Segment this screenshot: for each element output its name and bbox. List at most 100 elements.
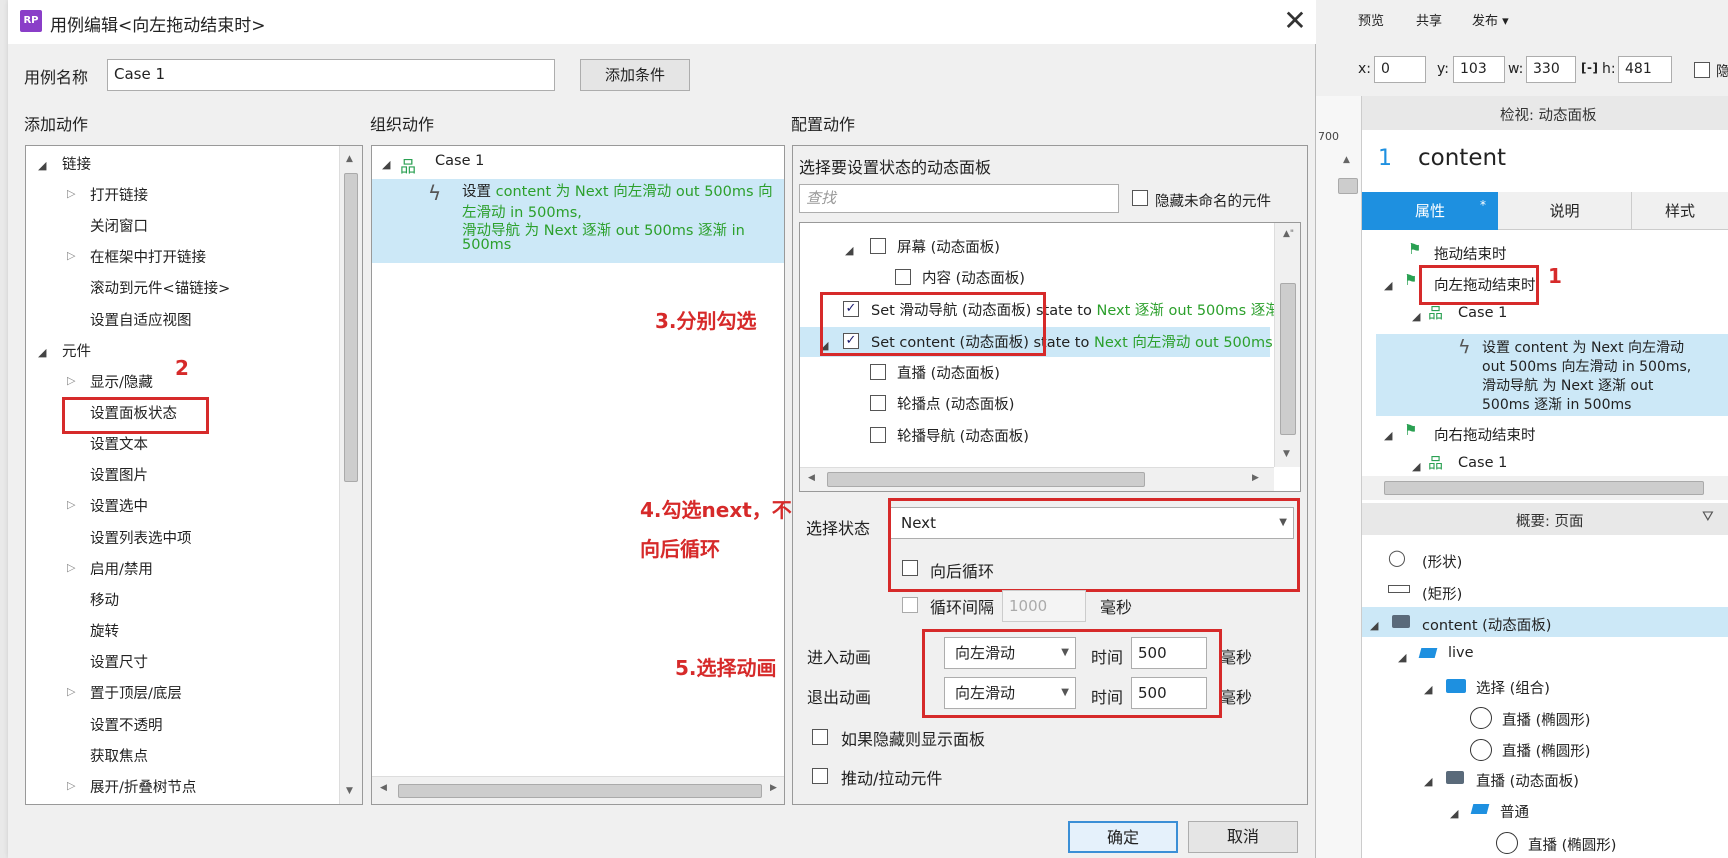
action-set-list-selection[interactable]: 设置列表选中项 — [90, 527, 192, 548]
dots-panel-label[interactable]: 轮播点 (动态面板) — [897, 393, 1014, 414]
collapse-triangle-icon[interactable]: ◢ — [1412, 310, 1420, 323]
scrollbar-thumb[interactable] — [1280, 283, 1296, 435]
action-scroll-to-widget[interactable]: 滚动到元件<锚链接> — [90, 277, 230, 298]
action-bring-to-front[interactable]: 置于顶层/底层 — [90, 682, 182, 703]
inspector-case-1[interactable]: Case 1 — [1458, 305, 1507, 321]
carousel-nav-label[interactable]: 轮播导航 (动态面板) — [897, 425, 1029, 446]
lock-ratio-icon[interactable]: [⁃] — [1581, 61, 1598, 75]
action-enable-disable[interactable]: 启用/禁用 — [90, 558, 153, 579]
add-actions-scrollbar[interactable]: ▲ ▼ — [339, 146, 362, 804]
expand-triangle-icon[interactable]: ▷ — [67, 374, 75, 387]
push-pull-checkbox[interactable] — [812, 768, 828, 784]
show-if-hidden-checkbox[interactable] — [812, 729, 828, 745]
close-icon[interactable]: ✕ — [1280, 6, 1310, 36]
inspector-hscrollbar[interactable] — [1362, 476, 1728, 500]
content-inner-label[interactable]: 内容 (动态面板) — [922, 267, 1025, 288]
action-set-image[interactable]: 设置图片 — [90, 464, 148, 485]
action-set-selected[interactable]: 设置选中 — [90, 495, 148, 516]
scrollbar-thumb[interactable] — [398, 784, 762, 798]
scrollbar-thumb[interactable] — [344, 173, 358, 482]
action-set-opacity[interactable]: 设置不透明 — [90, 714, 163, 735]
collapse-triangle-icon[interactable]: ◢ — [1398, 651, 1406, 664]
preview-button[interactable]: 预览 — [1358, 10, 1384, 29]
collapse-triangle-icon[interactable]: ◢ — [1384, 429, 1392, 442]
outline-item-normal[interactable]: 普通 — [1500, 801, 1529, 822]
filter-icon[interactable]: ⛛ — [1702, 509, 1714, 525]
scrollbar-thumb[interactable] — [1384, 481, 1704, 495]
outline-item-live[interactable]: live — [1448, 645, 1474, 661]
scroll-right-icon[interactable]: ▶ — [770, 783, 777, 793]
w-input[interactable]: 330 — [1526, 56, 1576, 83]
selected-action-row[interactable]: ϟ 设置 content 为 Next 向左滑动 out 500ms 向 左滑动… — [372, 179, 784, 263]
screen-panel-checkbox[interactable] — [870, 238, 886, 254]
action-move[interactable]: 移动 — [90, 589, 119, 610]
panel-tree-hscrollbar[interactable]: ◀ ▶ — [800, 467, 1274, 491]
outline-item-rect[interactable]: (矩形) — [1422, 583, 1462, 604]
outline-item-group[interactable]: 选择 (组合) — [1476, 677, 1550, 698]
ok-button[interactable]: 确定 — [1068, 821, 1178, 853]
organize-hscrollbar[interactable]: ◀ ▶ — [372, 776, 784, 804]
collapse-triangle-icon[interactable]: ◢ — [38, 159, 46, 172]
inspector-case-1b[interactable]: Case 1 — [1458, 455, 1507, 471]
live-panel-label[interactable]: 直播 (动态面板) — [897, 362, 1000, 383]
expand-triangle-icon[interactable]: ▷ — [67, 561, 75, 574]
content-inner-checkbox[interactable] — [895, 269, 911, 285]
collapse-triangle-icon[interactable]: ◢ — [845, 244, 853, 257]
scroll-down-icon[interactable]: ▼ — [1283, 449, 1290, 459]
outline-item-shape[interactable]: (形状) — [1422, 551, 1462, 572]
outline-item-ellipse-3[interactable]: 直播 (椭圆形) — [1528, 834, 1616, 855]
collapse-triangle-icon[interactable]: ◢ — [38, 346, 46, 359]
loop-interval-input[interactable]: 1000 — [1002, 590, 1086, 622]
scroll-right-icon[interactable]: ▶ — [1252, 473, 1259, 483]
add-condition-button[interactable]: 添加条件 — [580, 59, 690, 91]
collapse-triangle-icon[interactable]: ◢ — [382, 158, 390, 171]
screen-panel-label[interactable]: 屏幕 (动态面板) — [897, 236, 1000, 257]
event-right-drag-end[interactable]: 向右拖动结束时 — [1434, 424, 1536, 445]
collapse-triangle-icon[interactable]: ◢ — [1424, 683, 1432, 696]
widget-name[interactable]: content — [1418, 145, 1506, 171]
tree-group-link[interactable]: 链接 — [62, 153, 91, 174]
action-set-adaptive-view[interactable]: 设置自适应视图 — [90, 309, 192, 330]
expand-triangle-icon[interactable]: ▷ — [67, 187, 75, 200]
scrollbar-thumb[interactable] — [1338, 178, 1358, 194]
scroll-up-icon[interactable]: ▲ — [1343, 155, 1350, 165]
tab-properties[interactable]: 属性 * — [1362, 192, 1498, 230]
y-input[interactable]: 103 — [1453, 56, 1505, 83]
tree-group-widget[interactable]: 元件 — [62, 340, 91, 361]
case-name-input[interactable]: Case 1 — [107, 59, 555, 91]
scroll-down-icon[interactable]: ▼ — [346, 786, 353, 796]
tab-style[interactable]: 样式 — [1632, 192, 1728, 230]
action-set-size[interactable]: 设置尺寸 — [90, 651, 148, 672]
outline-item-ellipse-2[interactable]: 直播 (椭圆形) — [1502, 740, 1590, 761]
publish-button[interactable]: 发布 ▾ — [1472, 10, 1509, 29]
loop-interval-checkbox[interactable] — [902, 597, 918, 613]
h-input[interactable]: 481 — [1618, 56, 1672, 83]
scroll-up-icon[interactable]: ▲" — [1283, 229, 1294, 239]
action-show-hide[interactable]: 显示/隐藏 — [90, 371, 153, 392]
action-set-text[interactable]: 设置文本 — [90, 433, 148, 454]
inspector-action-row[interactable]: ϟ 设置 content 为 Next 向左滑动 out 500ms 向左滑动 … — [1376, 334, 1728, 416]
collapse-triangle-icon[interactable]: ◢ — [1370, 619, 1378, 632]
panel-tree-vscrollbar[interactable]: ▲" ▼ — [1274, 223, 1300, 467]
action-rotate[interactable]: 旋转 — [90, 620, 119, 641]
share-button[interactable]: 共享 — [1416, 10, 1442, 29]
collapse-triangle-icon[interactable]: ◢ — [1424, 775, 1432, 788]
live-panel-checkbox[interactable] — [870, 364, 886, 380]
collapse-triangle-icon[interactable]: ◢ — [1450, 807, 1458, 820]
cancel-button[interactable]: 取消 — [1188, 821, 1298, 853]
expand-triangle-icon[interactable]: ▷ — [67, 498, 75, 511]
action-open-in-frame[interactable]: 在框架中打开链接 — [90, 246, 206, 267]
scroll-left-icon[interactable]: ◀ — [380, 783, 387, 793]
scroll-up-icon[interactable]: ▲ — [346, 154, 353, 164]
event-drag-end[interactable]: 拖动结束时 — [1434, 243, 1507, 264]
case-1-node[interactable]: Case 1 — [435, 153, 484, 169]
collapse-triangle-icon[interactable]: ◢ — [1412, 460, 1420, 473]
hide-unnamed-checkbox[interactable] — [1132, 190, 1148, 206]
tab-notes[interactable]: 说明 — [1498, 192, 1632, 230]
action-get-focus[interactable]: 获取焦点 — [90, 745, 148, 766]
action-expand-collapse-tree[interactable]: 展开/折叠树节点 — [90, 776, 196, 797]
expand-triangle-icon[interactable]: ▷ — [67, 249, 75, 262]
expand-triangle-icon[interactable]: ▷ — [67, 685, 75, 698]
outline-item-ellipse-1[interactable]: 直播 (椭圆形) — [1502, 709, 1590, 730]
dots-panel-checkbox[interactable] — [870, 395, 886, 411]
